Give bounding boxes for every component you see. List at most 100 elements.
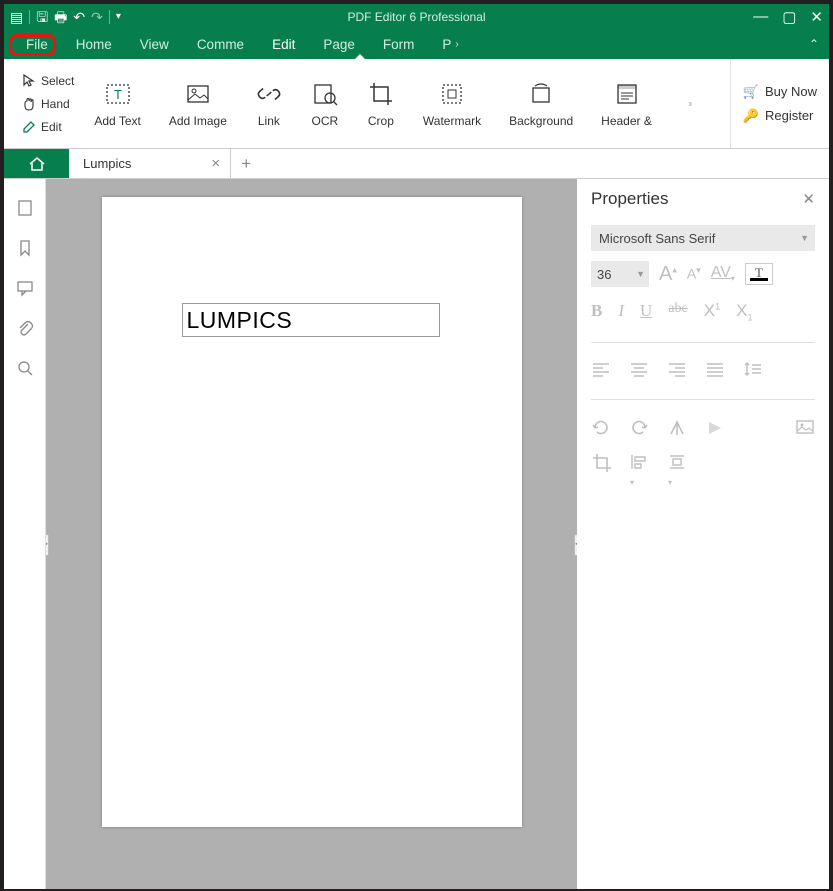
hand-icon bbox=[22, 97, 36, 111]
edit-label: Edit bbox=[41, 120, 62, 134]
qat-separator bbox=[109, 10, 110, 24]
redo-icon[interactable]: ↷ bbox=[91, 10, 103, 24]
distribute-icon[interactable]: ▾ bbox=[667, 452, 687, 472]
qat-separator bbox=[29, 10, 30, 24]
kerning-button[interactable]: AV▾ bbox=[711, 264, 735, 283]
align-right-icon[interactable] bbox=[667, 361, 687, 381]
save-icon[interactable]: 🖫 bbox=[36, 10, 48, 24]
menu-overflow-icon[interactable]: › bbox=[455, 39, 458, 50]
replace-image-icon[interactable] bbox=[795, 418, 815, 438]
properties-panel: Properties ✕ Microsoft Sans Serif ▼ 36 ▼… bbox=[577, 179, 829, 889]
font-size-select[interactable]: 36 ▼ bbox=[591, 261, 649, 287]
underline-button[interactable]: U bbox=[640, 301, 652, 322]
rotate-right-icon[interactable] bbox=[629, 418, 649, 438]
thumbnails-icon[interactable] bbox=[16, 199, 34, 217]
menu-protect[interactable]: P bbox=[428, 32, 455, 57]
window-controls: ― ▢ ✕ bbox=[753, 8, 823, 26]
register-label: Register bbox=[765, 108, 813, 123]
superscript-button[interactable]: X1 bbox=[704, 301, 720, 322]
menu-page[interactable]: Page bbox=[309, 32, 369, 57]
add-text-label: Add Text bbox=[94, 114, 140, 128]
add-text-tool[interactable]: T Add Text bbox=[80, 59, 154, 148]
print-icon[interactable]: 🖶 bbox=[54, 10, 67, 24]
menu-edit[interactable]: Edit bbox=[258, 32, 309, 57]
new-tab-button[interactable]: + bbox=[231, 149, 261, 178]
qat-more-icon[interactable]: ▾ bbox=[116, 10, 121, 24]
font-size-value: 36 bbox=[597, 267, 611, 282]
mode-tools: Select Hand Edit bbox=[4, 59, 80, 148]
minimize-button[interactable]: ― bbox=[753, 8, 768, 26]
titlebar: ▤ 🖫 🖶 ↶ ↷ ▾ PDF Editor 6 Professional ― … bbox=[4, 4, 829, 29]
close-panel-icon[interactable]: ✕ bbox=[802, 190, 815, 208]
font-color-button[interactable]: T bbox=[745, 263, 773, 285]
canvas-area[interactable]: ▸ LUMPICS ◂ bbox=[46, 179, 577, 889]
home-tab[interactable] bbox=[4, 149, 69, 178]
italic-button[interactable]: I bbox=[618, 301, 624, 322]
crop-image-icon[interactable] bbox=[591, 452, 611, 472]
rotate-left-icon[interactable] bbox=[591, 418, 611, 438]
strikethrough-button[interactable]: abc bbox=[668, 301, 687, 322]
divider bbox=[591, 342, 815, 343]
page[interactable]: LUMPICS bbox=[102, 197, 522, 827]
add-image-tool[interactable]: Add Image bbox=[155, 59, 241, 148]
menu-home[interactable]: Home bbox=[62, 32, 126, 57]
promo-area: 🛒 Buy Now 🔑 Register bbox=[730, 59, 829, 148]
buy-now-label: Buy Now bbox=[765, 84, 817, 99]
left-splitter[interactable]: ▸ bbox=[46, 534, 49, 556]
ribbon-overflow-icon[interactable]: › bbox=[687, 96, 694, 111]
attachments-icon[interactable] bbox=[16, 319, 34, 337]
add-image-label: Add Image bbox=[169, 114, 227, 128]
header-footer-tool[interactable]: Header & bbox=[587, 59, 666, 148]
undo-icon[interactable]: ↶ bbox=[73, 10, 85, 24]
grow-font-button[interactable]: A▴ bbox=[659, 263, 677, 286]
align-left-icon[interactable] bbox=[591, 361, 611, 381]
shrink-font-button[interactable]: A▾ bbox=[687, 265, 701, 284]
flip-horizontal-icon[interactable] bbox=[705, 418, 725, 438]
document-tab-bar: Lumpics × + bbox=[4, 149, 829, 179]
chevron-down-icon: ▼ bbox=[800, 233, 809, 243]
menu-file[interactable]: File bbox=[12, 32, 62, 57]
line-spacing-icon[interactable] bbox=[743, 361, 763, 381]
workspace: ▸ LUMPICS ◂ Properties ✕ Microsoft Sans … bbox=[4, 179, 829, 889]
close-button[interactable]: ✕ bbox=[810, 8, 823, 26]
crop-icon bbox=[367, 80, 395, 108]
ribbon: Select Hand Edit T Add Text Add Image Li… bbox=[4, 59, 829, 149]
maximize-button[interactable]: ▢ bbox=[782, 8, 796, 26]
collapse-ribbon-icon[interactable]: ⌃ bbox=[809, 37, 819, 51]
register-button[interactable]: 🔑 Register bbox=[743, 108, 817, 124]
align-justify-icon[interactable] bbox=[705, 361, 725, 381]
menu-comment[interactable]: Comme bbox=[183, 32, 258, 57]
search-icon[interactable] bbox=[16, 359, 34, 377]
align-center-icon[interactable] bbox=[629, 361, 649, 381]
arrange-row: ▾ ▾ bbox=[591, 450, 815, 474]
text-box[interactable]: LUMPICS bbox=[182, 303, 440, 337]
app-icon[interactable]: ▤ bbox=[10, 10, 23, 24]
document-tab[interactable]: Lumpics × bbox=[69, 149, 231, 178]
ocr-tool[interactable]: OCR bbox=[297, 59, 353, 148]
header-icon bbox=[613, 80, 641, 108]
hand-tool[interactable]: Hand bbox=[22, 93, 74, 115]
comments-icon[interactable] bbox=[16, 279, 34, 297]
bookmarks-icon[interactable] bbox=[16, 239, 34, 257]
quick-access-toolbar: ▤ 🖫 🖶 ↶ ↷ ▾ bbox=[4, 10, 121, 24]
subscript-button[interactable]: X1 bbox=[736, 301, 752, 322]
crop-tool[interactable]: Crop bbox=[353, 59, 409, 148]
background-icon bbox=[527, 80, 555, 108]
flip-vertical-icon[interactable] bbox=[667, 418, 687, 438]
menu-form[interactable]: Form bbox=[369, 32, 429, 57]
chevron-down-icon: ▼ bbox=[636, 269, 645, 279]
align-objects-icon[interactable]: ▾ bbox=[629, 452, 649, 472]
menu-view[interactable]: View bbox=[126, 32, 183, 57]
edit-tool[interactable]: Edit bbox=[22, 116, 74, 138]
link-tool[interactable]: Link bbox=[241, 59, 297, 148]
buy-now-button[interactable]: 🛒 Buy Now bbox=[743, 84, 817, 100]
select-tool[interactable]: Select bbox=[22, 70, 74, 92]
transform-row bbox=[591, 416, 815, 440]
close-tab-icon[interactable]: × bbox=[211, 155, 220, 172]
cursor-icon bbox=[22, 74, 36, 88]
right-splitter[interactable]: ◂ bbox=[574, 534, 577, 556]
bold-button[interactable]: B bbox=[591, 301, 602, 322]
background-tool[interactable]: Background bbox=[495, 59, 587, 148]
font-family-select[interactable]: Microsoft Sans Serif ▼ bbox=[591, 225, 815, 251]
watermark-tool[interactable]: Watermark bbox=[409, 59, 495, 148]
